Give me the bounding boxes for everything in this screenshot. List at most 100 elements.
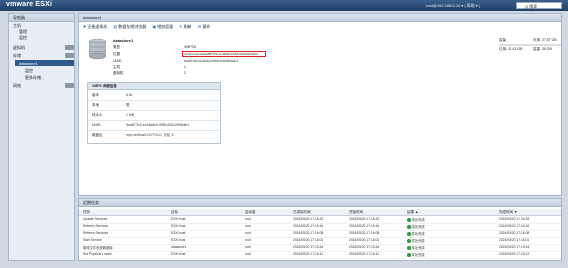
vmfs-details-panel: VMFS 详细信息 版本 6.81 本地是 块大小 1 MB UUID 5ad877b… [87, 82, 221, 144]
vm-count-badge [65, 45, 74, 50]
table-cell: 2024/05/20 17:15:12 [499, 252, 530, 256]
success-icon [407, 225, 411, 229]
refresh-button[interactable]: ↻刷新 [179, 24, 191, 30]
nav-item-vms[interactable]: 虚拟机 [13, 45, 25, 51]
table-cell: root [245, 238, 251, 242]
table-cell: root [245, 231, 251, 235]
refresh-icon: ↻ [179, 24, 183, 29]
gear-icon: ⚙ [197, 24, 202, 29]
table-cell: 2024/05/20 17:15:44 [293, 245, 324, 249]
col-result[interactable]: 结果 ▲ [407, 210, 418, 215]
col-queued[interactable]: 已排队时间 [293, 210, 311, 215]
table-row[interactable]: Set Physical Locale ESXi host root 2024/05/… [79, 251, 561, 259]
table-cell: ESXi host [171, 231, 186, 235]
detail-value: 5ad877b3-e1e8a5c0-0f55-000c29f3e8c1 [184, 59, 239, 63]
register-icon: ✚ [83, 24, 87, 29]
tasks-column-header: 任务 目标 启动者 已排队时间 开始时间 结果 ▲ 完成时间 ▼ [79, 209, 561, 216]
table-cell: Refresh Services [83, 224, 109, 228]
table-cell: 2024/05/20 17:16:33 [499, 217, 530, 221]
recent-tasks-panel: 近期任务 任务 目标 启动者 已排队时间 开始时间 结果 ▲ 完成时间 ▼ Up… [78, 198, 562, 261]
capacity-panel: 容量 可用: 27.57 GB 已用: 11.43 GB 容量: 39 GB [499, 38, 561, 54]
vmfs-row: UUID 5ad877b3-e1e8a5c0-0f55-000c29f3e8c1 [88, 121, 220, 131]
actions-button[interactable]: ⚙操作 [198, 24, 211, 30]
detail-key: 虚拟机 [113, 71, 124, 75]
capacity-label: 容量 [499, 38, 506, 42]
table-cell: 2024/05/20 17:16:16 [293, 224, 324, 228]
detail-value: 2 [184, 71, 186, 75]
datastore-title: datastore1 [83, 15, 102, 20]
datastore-panel: datastore1 ✚注册虚拟机 ▤数据存储浏览器 ▣增加容量 ↻刷新 ⚙操作… [78, 13, 562, 196]
col-initiator[interactable]: 启动者 [245, 210, 256, 215]
search-input[interactable]: Q 搜索 [516, 2, 562, 9]
success-icon [407, 232, 411, 236]
vmfs-row: 版本 6.81 [88, 91, 220, 101]
table-cell: 成功完成 [407, 224, 425, 229]
detail-value: 1 [184, 65, 186, 69]
detail-key: 类型 [113, 45, 120, 49]
top-bar: vmware ESXi root@192.168.0.10 ▾ | 帮助 ▾ |… [0, 0, 568, 11]
total-value: 容量: 39 GB [533, 47, 552, 51]
free-value: 可用: 27.57 GB [533, 38, 557, 42]
expand-icon: ▣ [152, 24, 157, 29]
navigator-panel: 导航器 主机 管理 监控 虚拟机 存储 datastore1 监控 更多存储..… [8, 13, 75, 261]
nav-item-storage[interactable]: 存储 [13, 53, 21, 59]
table-cell: 2024/05/20 17:15:44 [349, 245, 380, 249]
nav-item-datastore1[interactable]: datastore1 [19, 61, 38, 66]
used-value: 已用: 11.43 GB [499, 47, 523, 51]
toolbar: ✚注册虚拟机 ▤数据存储浏览器 ▣增加容量 ↻刷新 ⚙操作 [83, 24, 215, 30]
success-icon [407, 239, 411, 243]
capacity-bar [499, 44, 561, 46]
nav-item-monitor[interactable]: 监控 [19, 35, 27, 41]
success-icon [407, 246, 411, 250]
table-cell: 2024/05/20 17:16:01 [349, 238, 380, 242]
increase-capacity-button[interactable]: ▣增加容量 [152, 24, 173, 30]
detail-key: 位置 [113, 52, 120, 56]
success-icon [407, 253, 411, 257]
network-count-badge [65, 83, 74, 88]
table-cell: root [245, 217, 251, 221]
table-cell: 2024/05/20 17:15:44 [499, 245, 530, 249]
vmfs-row: 块大小 1 MB [88, 111, 220, 121]
user-menu[interactable]: root@192.168.0.10 ▾ | 帮助 ▾ | [426, 3, 480, 9]
table-cell: ESXi host [171, 252, 186, 256]
table-cell: root [245, 245, 251, 249]
table-cell: root [245, 252, 251, 256]
table-cell: 2024/05/20 17:16:01 [499, 238, 530, 242]
table-cell: ESXi host [171, 238, 186, 242]
datastore-icon [89, 38, 106, 60]
table-cell: ESXi host [171, 224, 186, 228]
table-cell: 更改文件系统数据库 [83, 246, 113, 250]
table-cell: 2024/05/20 17:15:12 [293, 252, 324, 256]
table-cell: 成功完成 [407, 252, 425, 257]
col-target[interactable]: 目标 [171, 210, 178, 215]
table-cell: 2024/05/20 17:16:01 [293, 238, 324, 242]
nav-item-more-storage[interactable]: 更多存储... [25, 75, 44, 81]
brand-logo: vmware ESXi [6, 1, 53, 8]
col-completed[interactable]: 完成时间 ▼ [499, 210, 517, 215]
table-cell: 2024/05/20 17:16:08 [293, 231, 324, 235]
datastore-header: datastore1 [79, 14, 561, 22]
recent-tasks-header: 近期任务 [79, 199, 561, 207]
register-vm-button[interactable]: ✚注册虚拟机 [83, 24, 107, 30]
success-icon [407, 218, 411, 222]
recent-tasks-title: 近期任务 [83, 200, 99, 205]
table-cell: Update Services [83, 217, 108, 221]
folder-icon: ▤ [113, 24, 118, 29]
table-cell: 2024/05/20 17:15:12 [349, 252, 380, 256]
col-started[interactable]: 开始时间 [349, 210, 363, 215]
table-cell: 成功完成 [407, 231, 425, 236]
table-cell: 2024/05/20 17:16:08 [349, 231, 380, 235]
table-cell: 成功完成 [407, 238, 425, 243]
nav-item-ds-monitor[interactable]: 监控 [25, 68, 33, 74]
location-highlight-box [182, 51, 266, 57]
vmfs-details-header[interactable]: VMFS 详细信息 [88, 83, 220, 90]
table-cell: Set Physical Locale [83, 252, 112, 256]
detail-key: UUID [113, 59, 122, 63]
datastore-browser-button[interactable]: ▤数据存储浏览器 [113, 24, 146, 30]
nav-item-network[interactable]: 网络 [13, 83, 21, 89]
col-task[interactable]: 任务 [83, 210, 90, 215]
search-placeholder: Q 搜索 [525, 4, 538, 9]
table-cell: Start Service [83, 238, 102, 242]
detail-value: VMFS6 [184, 45, 196, 49]
table-cell: 成功完成 [407, 217, 425, 222]
